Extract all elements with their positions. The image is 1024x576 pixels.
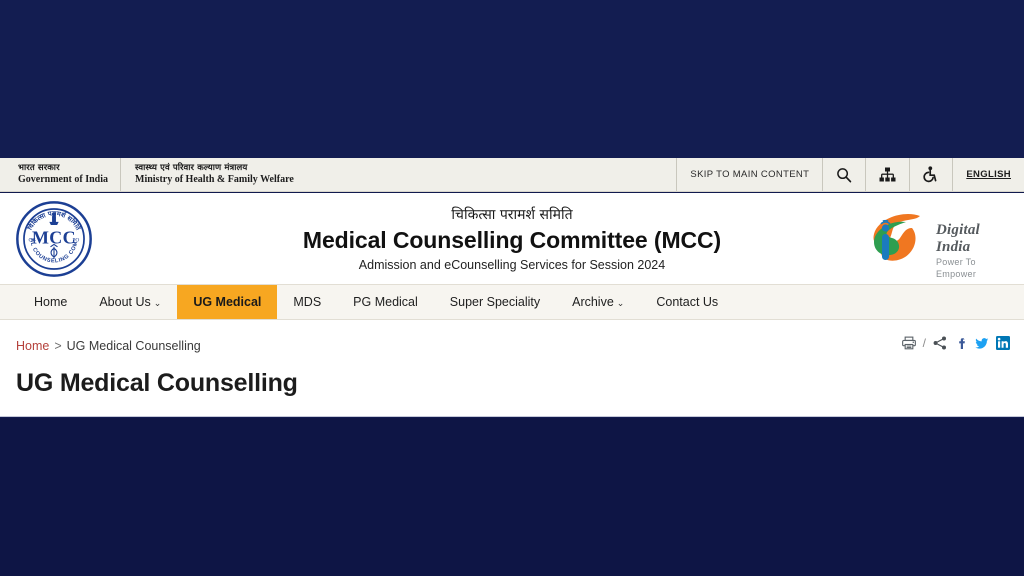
browser-viewport: भारत सरकार Government of India स्वास्थ्य… [0, 0, 1024, 576]
linkedin-share-button[interactable] [996, 336, 1010, 350]
digital-india-name: Digital India [936, 221, 980, 255]
chevron-down-icon: ⌄ [616, 297, 625, 308]
search-icon [837, 167, 852, 182]
twitter-icon [975, 338, 989, 349]
search-button[interactable] [822, 158, 865, 191]
utility-actions: SKIP TO MAIN CONTENT ENGLISH [676, 158, 1024, 191]
share-button[interactable] [933, 336, 947, 350]
sitemap-icon [879, 167, 896, 182]
share-icon [933, 336, 946, 350]
nav-label-archive: Archive [572, 295, 614, 309]
accessibility-icon [923, 166, 937, 183]
nav-item-home[interactable]: Home [18, 285, 83, 319]
accessibility-button[interactable] [909, 158, 952, 191]
nav-label-mds: MDS [293, 295, 322, 309]
government-utility-bar: भारत सरकार Government of India स्वास्थ्य… [0, 156, 1024, 192]
site-masthead: चिकित्सा परामर्श समिति MEDICAL COUNSELIN… [0, 193, 1024, 284]
digital-india-mark-icon [873, 213, 920, 261]
sitemap-button[interactable] [865, 158, 909, 191]
digital-india-logo[interactable]: Digital India Power To Empower [860, 208, 1010, 279]
nav-item-ug-medical[interactable]: UG Medical [177, 285, 278, 319]
page-content-header: Home > UG Medical Counselling UG Medical… [0, 320, 1024, 417]
nav-label-pg-medical: PG Medical [353, 295, 418, 309]
twitter-share-button[interactable] [975, 336, 989, 350]
digital-india-tagline: Power To Empower [936, 256, 977, 279]
bottom-navy-backdrop [0, 418, 1024, 576]
nav-label-super-speciality: Super Speciality [449, 295, 541, 309]
ministry-block: स्वास्थ्य एवं परिवार कल्याण मंत्रालय Min… [121, 158, 306, 191]
facebook-share-button[interactable] [954, 336, 968, 350]
breadcrumb-home-link[interactable]: Home [16, 339, 49, 353]
linkedin-icon [996, 336, 1010, 350]
nav-item-about-us[interactable]: About Us ⌄ [83, 285, 177, 319]
breadcrumb: Home > UG Medical Counselling [16, 339, 201, 353]
nav-label-ug-medical: UG Medical [193, 295, 262, 309]
nav-item-mds[interactable]: MDS [277, 285, 337, 319]
skip-to-main-content-link[interactable]: SKIP TO MAIN CONTENT [676, 158, 822, 191]
ministry-hindi-label: स्वास्थ्य एवं परिवार कल्याण मंत्रालय [135, 163, 248, 173]
nav-item-super-speciality[interactable]: Super Speciality [434, 285, 556, 319]
nav-label-contact-us: Contact Us [656, 295, 719, 309]
page-title: UG Medical Counselling [16, 369, 298, 397]
utility-bar-spacer [306, 158, 677, 191]
share-toolbar: / [901, 336, 1010, 350]
skip-to-main-content-label: SKIP TO MAIN CONTENT [690, 169, 810, 180]
gov-hindi-label: भारत सरकार [18, 163, 60, 173]
digital-india-wordmark: Digital India Power To Empower [936, 222, 1010, 280]
gov-english-label: Government of India [18, 174, 108, 185]
ministry-english-label: Ministry of Health & Family Welfare [135, 174, 294, 185]
main-navigation: Home About Us ⌄ UG Medical MDS PG Medica… [0, 284, 1024, 320]
language-label: ENGLISH [966, 169, 1011, 180]
top-navy-backdrop [0, 0, 1024, 156]
breadcrumb-separator: > [54, 339, 62, 353]
nav-item-archive[interactable]: Archive ⌄ [556, 285, 640, 319]
print-button[interactable] [901, 336, 916, 350]
nav-item-contact-us[interactable]: Contact Us [640, 285, 734, 319]
breadcrumb-current: UG Medical Counselling [66, 339, 201, 353]
nav-label-about-us: About Us [99, 295, 151, 309]
facebook-icon [959, 338, 965, 349]
nav-label-home: Home [34, 295, 68, 309]
nav-item-pg-medical[interactable]: PG Medical [337, 285, 434, 319]
language-switcher[interactable]: ENGLISH [952, 158, 1024, 191]
printer-icon [901, 336, 916, 350]
chevron-down-icon: ⌄ [153, 297, 162, 308]
government-of-india-block: भारत सरकार Government of India [0, 158, 121, 191]
share-separator: / [922, 336, 926, 350]
